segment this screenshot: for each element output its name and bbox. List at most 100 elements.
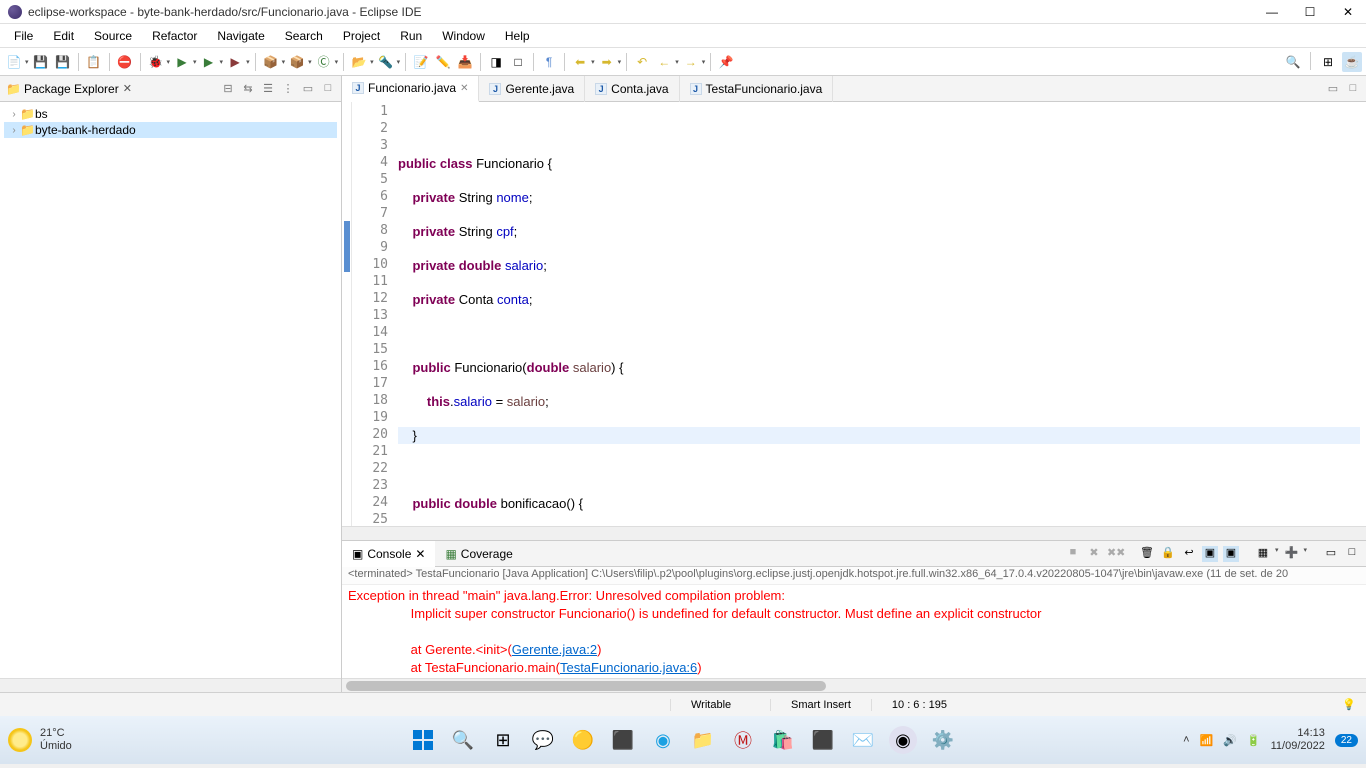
toggle-comment-button[interactable]: 📝: [411, 52, 431, 72]
tab-funcionario[interactable]: J Funcionario.java ✕: [342, 76, 479, 102]
next-annotation-button[interactable]: ➡: [597, 52, 617, 72]
forward-button[interactable]: →: [681, 52, 701, 72]
widgets-icon[interactable]: 💬: [529, 726, 557, 754]
console-maximize-button[interactable]: □: [1344, 546, 1360, 562]
remove-launch-button[interactable]: ✖: [1086, 546, 1102, 562]
tab-conta[interactable]: J Conta.java: [585, 76, 679, 102]
new-package-button[interactable]: 📦: [287, 52, 307, 72]
stacktrace-link[interactable]: TestaFuncionario.java:6: [560, 660, 697, 675]
toggle-whitespace-button[interactable]: ◨: [486, 52, 506, 72]
new-button[interactable]: 📄: [4, 52, 24, 72]
expand-arrow-icon[interactable]: ›: [8, 109, 20, 120]
scroll-lock-button[interactable]: 🔒: [1160, 546, 1176, 562]
maximize-button[interactable]: ☐: [1300, 5, 1320, 19]
vscode-icon[interactable]: ⬛: [609, 726, 637, 754]
save-all-button[interactable]: 💾: [53, 52, 73, 72]
menu-window[interactable]: Window: [432, 27, 495, 45]
volume-icon[interactable]: 🔊: [1223, 734, 1237, 747]
new-class-button[interactable]: Ⓒ: [314, 52, 334, 72]
tab-gerente[interactable]: J Gerente.java: [479, 76, 585, 102]
debug-button[interactable]: 🐞: [146, 52, 166, 72]
menu-refactor[interactable]: Refactor: [142, 27, 207, 45]
project-tree[interactable]: › 📁 bs › 📁 byte-bank-herdado: [0, 102, 341, 678]
run-last-button[interactable]: ▶: [225, 52, 245, 72]
remove-all-button[interactable]: ✖✖: [1107, 546, 1123, 562]
search-button[interactable]: 🔦: [376, 52, 396, 72]
battery-icon[interactable]: 🔋: [1247, 734, 1261, 747]
eclipse-taskbar-icon[interactable]: ◉: [889, 726, 917, 754]
tab-close-icon[interactable]: ✕: [460, 83, 468, 94]
display-selected-button[interactable]: ▦: [1255, 546, 1271, 562]
format-button[interactable]: ✏️: [433, 52, 453, 72]
open-task-button[interactable]: 📂: [349, 52, 369, 72]
editor-maximize-button[interactable]: □: [1346, 82, 1360, 96]
view-menu-button[interactable]: ⋮: [281, 82, 295, 96]
last-edit-button[interactable]: ↶: [632, 52, 652, 72]
tab-console[interactable]: ▣ Console ✕: [342, 541, 435, 567]
word-wrap-button[interactable]: ↩: [1181, 546, 1197, 562]
notification-badge[interactable]: 22: [1335, 734, 1358, 747]
java-perspective-button[interactable]: ☕: [1342, 52, 1362, 72]
coverage-button[interactable]: ▶: [199, 52, 219, 72]
code-content[interactable]: public class Funcionario { private Strin…: [392, 102, 1366, 526]
tip-icon[interactable]: 💡: [1342, 698, 1366, 711]
edge-icon[interactable]: ◉: [649, 726, 677, 754]
menu-edit[interactable]: Edit: [43, 27, 84, 45]
chrome-icon[interactable]: 🟡: [569, 726, 597, 754]
back-button[interactable]: ←: [654, 52, 674, 72]
close-button[interactable]: ✕: [1338, 5, 1358, 19]
pin-console-button[interactable]: ▣: [1223, 546, 1239, 562]
tab-close-icon[interactable]: ✕: [415, 547, 425, 561]
line-gutter[interactable]: 1 2 3 4 5 6 7 8 9 10 11 12 13 14 15 16 1…: [352, 102, 392, 526]
menu-navigate[interactable]: Navigate: [207, 27, 274, 45]
menu-source[interactable]: Source: [84, 27, 142, 45]
stacktrace-link[interactable]: Gerente.java:2: [512, 642, 597, 657]
editor-hscrollbar[interactable]: [342, 526, 1366, 540]
weather-widget[interactable]: 21°C Úmido: [8, 727, 72, 753]
terminate-button[interactable]: ■: [1065, 546, 1081, 562]
run-button[interactable]: ▶: [172, 52, 192, 72]
tab-testa-funcionario[interactable]: J TestaFuncionario.java: [680, 76, 834, 102]
project-byte-bank-herdado[interactable]: › 📁 byte-bank-herdado: [4, 122, 337, 138]
quick-access-button[interactable]: 🔍: [1283, 52, 1303, 72]
wifi-icon[interactable]: 📶: [1200, 734, 1214, 747]
link-editor-button[interactable]: ⇆: [241, 82, 255, 96]
skip-breakpoints-button[interactable]: ⛔: [115, 52, 135, 72]
tray-chevron-icon[interactable]: ˄: [1183, 734, 1189, 746]
settings-icon[interactable]: ⚙️: [929, 726, 957, 754]
open-type-button[interactable]: 📋: [84, 52, 104, 72]
clear-console-button[interactable]: 🗑: [1139, 546, 1155, 562]
toggle-block-button[interactable]: □: [508, 52, 528, 72]
minimize-button[interactable]: —: [1262, 5, 1282, 19]
focus-task-button[interactable]: ☰: [261, 82, 275, 96]
save-button[interactable]: 💾: [31, 52, 51, 72]
project-bs[interactable]: › 📁 bs: [4, 106, 337, 122]
expand-arrow-icon[interactable]: ›: [8, 125, 20, 136]
show-console-button[interactable]: ▣: [1202, 546, 1218, 562]
menu-help[interactable]: Help: [495, 27, 540, 45]
code-editor[interactable]: 1 2 3 4 5 6 7 8 9 10 11 12 13 14 15 16 1…: [342, 102, 1366, 526]
store-icon[interactable]: 🛍️: [769, 726, 797, 754]
app-icon[interactable]: ⬛: [809, 726, 837, 754]
start-button[interactable]: [409, 726, 437, 754]
explorer-icon[interactable]: 📁: [689, 726, 717, 754]
search-icon[interactable]: 🔍: [449, 726, 477, 754]
prev-annotation-button[interactable]: ⬅: [570, 52, 590, 72]
menu-search[interactable]: Search: [275, 27, 333, 45]
task-view-icon[interactable]: ⊞: [489, 726, 517, 754]
console-hscrollbar[interactable]: [342, 678, 1366, 692]
editor-minimize-button[interactable]: ▭: [1326, 82, 1340, 96]
open-console-button[interactable]: ➕: [1283, 546, 1299, 562]
collapse-all-button[interactable]: ⊟: [221, 82, 235, 96]
tab-coverage[interactable]: ▦ Coverage: [435, 541, 522, 567]
clock[interactable]: 14:13 11/09/2022: [1271, 727, 1325, 753]
menu-file[interactable]: File: [4, 27, 43, 45]
minimize-panel-button[interactable]: ▭: [301, 82, 315, 96]
mcafee-icon[interactable]: Ⓜ: [729, 726, 757, 754]
pin-button[interactable]: 📌: [716, 52, 736, 72]
show-whitespace-button[interactable]: ¶: [539, 52, 559, 72]
maximize-panel-button[interactable]: □: [321, 82, 335, 96]
sidebar-hscrollbar[interactable]: [0, 678, 341, 692]
import-button[interactable]: 📥: [455, 52, 475, 72]
package-explorer-close[interactable]: ✕: [123, 82, 132, 95]
